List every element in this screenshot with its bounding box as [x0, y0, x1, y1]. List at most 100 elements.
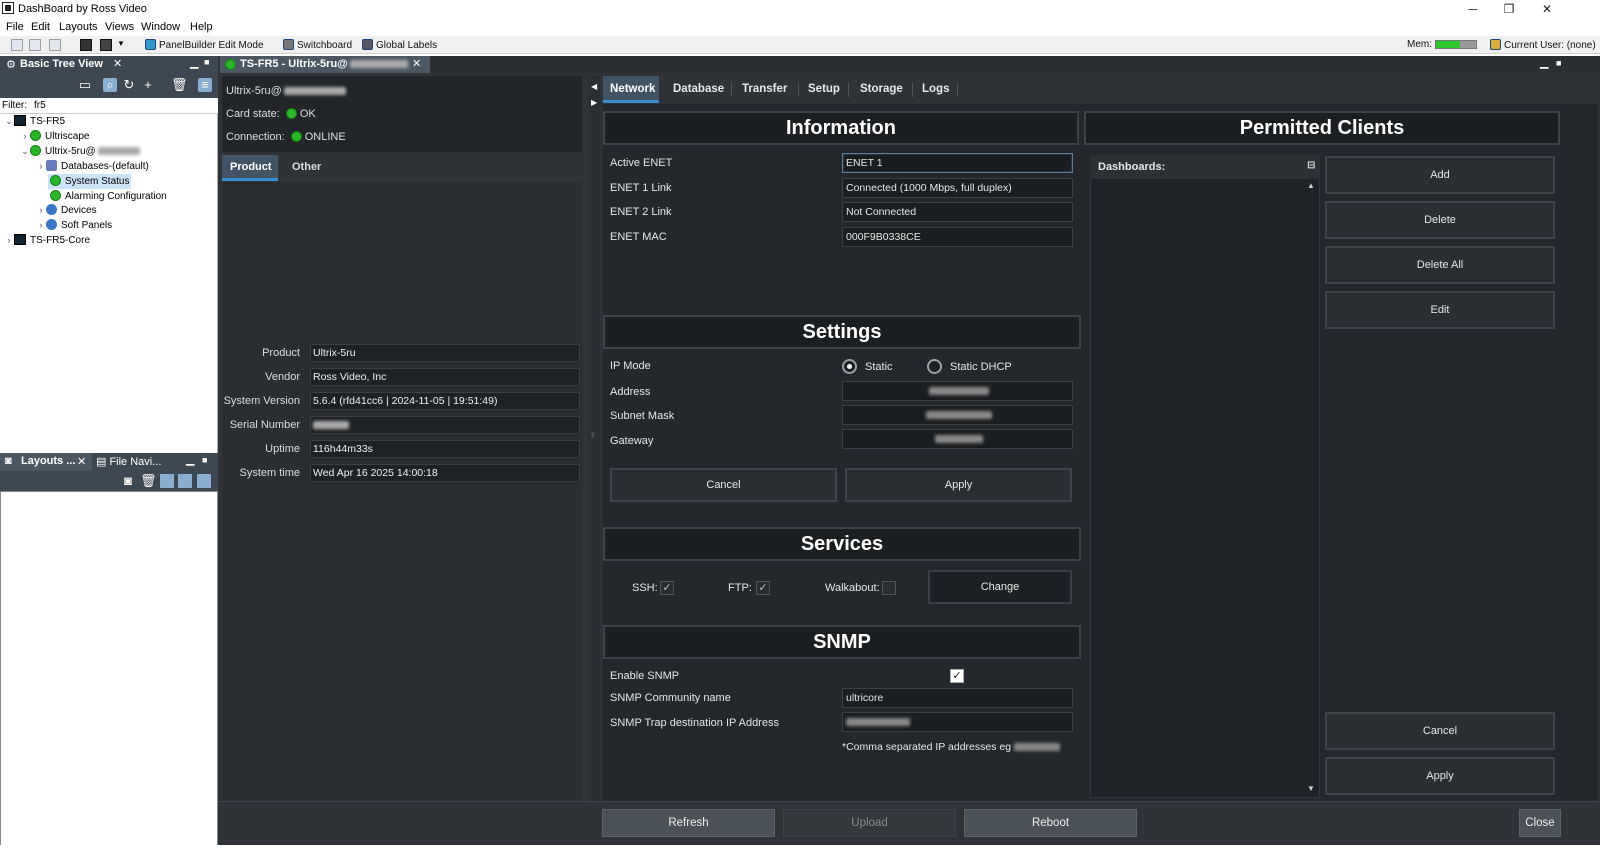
camera-icon[interactable] — [80, 39, 92, 51]
collapse-left-icon[interactable]: ◀ — [591, 82, 597, 91]
expand-right-icon[interactable]: ▶ — [591, 98, 597, 107]
tab-network[interactable]: Network — [603, 76, 659, 103]
trash-icon[interactable]: 🗑 — [171, 78, 188, 92]
panelbuilder-edit-mode-button[interactable]: PanelBuilder Edit Mode — [145, 39, 264, 51]
delete-all-clients-button[interactable]: Delete All — [1325, 246, 1555, 284]
chevron-right-icon[interactable]: › — [4, 233, 14, 248]
tree-item-databases[interactable]: › Databases-(default) — [36, 159, 149, 174]
tree-item-soft-panels[interactable]: › Soft Panels — [36, 218, 112, 233]
menu-layouts[interactable]: Layouts — [59, 21, 98, 33]
delete-client-button[interactable]: Delete — [1325, 201, 1555, 239]
maximize-panel-icon[interactable]: ■ — [1556, 58, 1561, 68]
chevron-right-icon[interactable]: › — [20, 129, 30, 144]
ssh-checkbox[interactable]: ✓ — [660, 581, 674, 595]
scroll-down-icon[interactable]: ▼ — [1307, 784, 1315, 793]
chevron-right-icon[interactable]: › — [36, 218, 46, 233]
layout-add-icon[interactable] — [197, 474, 211, 488]
camera-icon[interactable]: ◙ — [121, 474, 135, 488]
chevron-right-icon[interactable]: › — [36, 203, 46, 218]
save-as-icon[interactable] — [29, 39, 41, 51]
trash-icon[interactable]: 🗑 — [140, 474, 157, 488]
doc-tab-ultrix[interactable]: TS-FR5 - Ultrix-5ru@ ✕ — [220, 56, 430, 73]
gateway-field[interactable] — [842, 429, 1073, 449]
menu-help[interactable]: Help — [190, 21, 213, 33]
splitter-grip[interactable]: ‖ — [591, 431, 594, 440]
add-client-button[interactable]: Add — [1325, 156, 1555, 194]
tab-product[interactable]: Product — [222, 155, 278, 181]
chevron-down-icon[interactable]: ⌄ — [4, 114, 14, 129]
save-icon[interactable] — [11, 39, 23, 51]
static-dhcp-radio[interactable] — [927, 359, 942, 374]
close-window-button[interactable]: ✕ — [1529, 0, 1565, 19]
chevron-down-icon[interactable]: ▼ — [117, 39, 125, 48]
active-enet-field[interactable]: ENET 1 — [842, 153, 1073, 173]
settings-apply-button[interactable]: Apply — [845, 468, 1072, 502]
minimize-button[interactable]: ─ — [1455, 0, 1491, 19]
tab-file-navigator[interactable]: ▤ File Navi... — [96, 455, 161, 468]
snmp-community-field[interactable]: ultricore — [842, 688, 1073, 708]
menu-edit[interactable]: Edit — [31, 21, 50, 33]
permitted-apply-button[interactable]: Apply — [1325, 757, 1555, 795]
tab-storage[interactable]: Storage — [853, 76, 910, 103]
menu-file[interactable]: File — [6, 21, 24, 33]
close-button[interactable]: Close — [1519, 809, 1561, 837]
tab-layouts[interactable]: ◙ Layouts ... ✕ — [0, 453, 92, 471]
enable-snmp-checkbox[interactable]: ✓ — [950, 669, 964, 683]
settings-cancel-button[interactable]: Cancel — [610, 468, 837, 502]
maximize-panel-icon[interactable]: ■ — [202, 455, 207, 465]
maximize-panel-icon[interactable]: ■ — [204, 57, 209, 67]
list-options-icon[interactable]: ⊟ — [1307, 160, 1315, 171]
refresh-button[interactable]: Refresh — [602, 809, 775, 837]
layout-grid-icon[interactable] — [178, 474, 192, 488]
tree-item-system-status[interactable]: System Status — [48, 174, 132, 189]
new-tab-icon[interactable]: ▭ — [78, 78, 92, 92]
edit-client-button[interactable]: Edit — [1325, 291, 1555, 329]
chevron-down-icon[interactable]: ⌄ — [20, 144, 30, 159]
tab-other[interactable]: Other — [284, 155, 329, 181]
change-button[interactable]: Change — [928, 570, 1072, 604]
address-field[interactable] — [842, 381, 1073, 401]
scroll-up-icon[interactable]: ▲ — [1307, 181, 1315, 190]
dashboards-list[interactable] — [1090, 155, 1320, 798]
close-icon[interactable]: ✕ — [77, 455, 86, 468]
tab-logs[interactable]: Logs — [915, 76, 956, 103]
tree-item-ts-fr5[interactable]: ⌄ TS-FR5 — [4, 114, 65, 129]
static-radio[interactable] — [842, 359, 857, 374]
minimize-panel-icon[interactable]: ▁ — [186, 453, 194, 466]
tree-item-ultriscape[interactable]: › Ultriscape — [20, 129, 89, 144]
list-view-icon[interactable]: ≡ — [198, 78, 212, 92]
tab-setup[interactable]: Setup — [801, 76, 847, 103]
tree-item-ts-fr5-core[interactable]: › TS-FR5-Core — [4, 233, 90, 248]
ftp-checkbox[interactable]: ✓ — [756, 581, 770, 595]
tab-basic-tree-view[interactable]: ⚙ Basic Tree View ✕ — [0, 56, 128, 73]
subnet-mask-field[interactable] — [842, 405, 1073, 425]
tree-item-devices[interactable]: › Devices — [36, 203, 97, 218]
menu-window[interactable]: Window — [141, 21, 180, 33]
menu-views[interactable]: Views — [105, 21, 134, 33]
layout-view-icon[interactable] — [160, 474, 174, 488]
folder-icon[interactable] — [100, 39, 112, 51]
tree-item-ultrix[interactable]: ⌄ Ultrix-5ru@ — [20, 144, 140, 159]
upload-button[interactable]: Upload — [783, 809, 956, 837]
switchboard-button[interactable]: Switchboard — [283, 39, 352, 51]
maximize-button[interactable]: ❐ — [1491, 0, 1527, 19]
close-icon[interactable]: ✕ — [412, 57, 421, 70]
add-icon[interactable]: + — [141, 78, 155, 92]
current-user-label[interactable]: Current User: (none) — [1490, 39, 1596, 51]
permitted-cancel-button[interactable]: Cancel — [1325, 712, 1555, 750]
save-all-icon[interactable] — [49, 39, 61, 51]
tab-transfer[interactable]: Transfer — [735, 76, 794, 103]
filter-input[interactable]: fr5 — [34, 100, 46, 111]
walkabout-checkbox[interactable] — [882, 581, 896, 595]
tree-item-alarming[interactable]: Alarming Configuration — [50, 189, 167, 204]
tab-database[interactable]: Database — [666, 76, 731, 103]
minimize-panel-icon[interactable]: ▁ — [1540, 56, 1548, 69]
snmp-trap-field[interactable] — [842, 712, 1073, 732]
minimize-panel-icon[interactable]: ▁ — [190, 56, 198, 69]
reboot-button[interactable]: Reboot — [964, 809, 1137, 837]
filter-toggle-icon[interactable]: ⌕ — [103, 78, 117, 92]
close-icon[interactable]: ✕ — [113, 57, 122, 70]
panel-splitter[interactable]: ◀ ▶ ‖ — [588, 76, 600, 801]
refresh-icon[interactable]: ↻ — [122, 78, 136, 92]
chevron-right-icon[interactable]: › — [36, 159, 46, 174]
